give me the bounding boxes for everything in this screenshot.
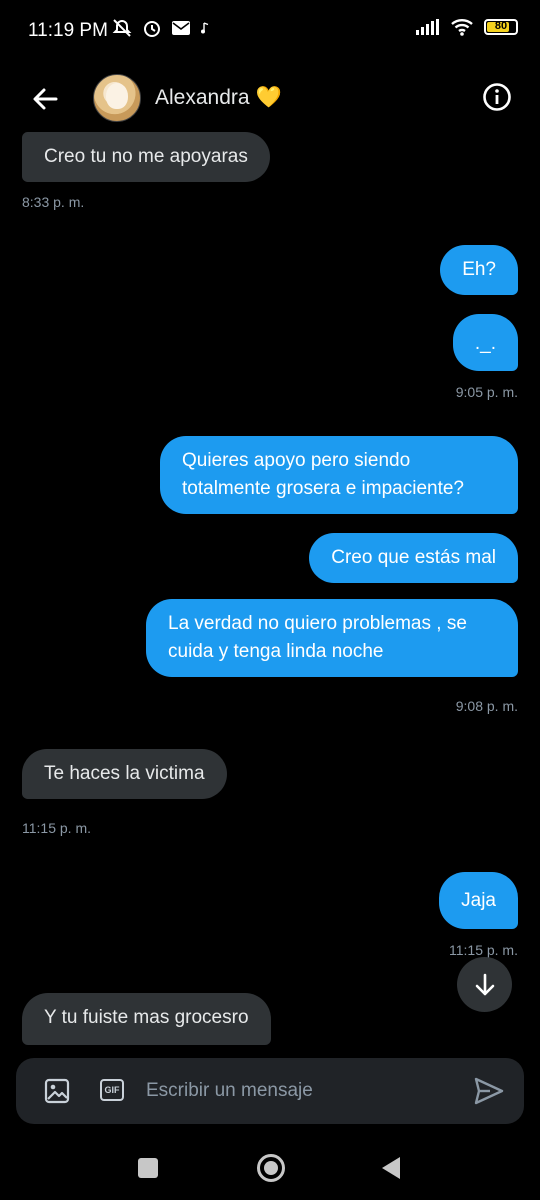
send-icon[interactable]	[474, 1077, 504, 1105]
conversation-header: Alexandra 💛	[0, 62, 540, 132]
heart-emoji: 💛	[255, 86, 282, 109]
message-incoming[interactable]: Y tu fuiste mas grocesro	[22, 993, 271, 1045]
mail-icon	[172, 21, 190, 35]
message-outgoing[interactable]: ._.	[452, 314, 518, 371]
avatar[interactable]	[93, 74, 141, 122]
signal-icon	[416, 19, 439, 35]
message-composer: GIF	[16, 1058, 524, 1124]
message-incoming[interactable]: Creo tu no me apoyaras	[22, 132, 270, 182]
message-outgoing[interactable]: Creo que estás mal	[309, 533, 518, 583]
message-timestamp: 9:05 p. m.	[455, 384, 518, 400]
wifi-icon	[451, 19, 473, 36]
message-timestamp: 8:33 p. m.	[22, 194, 85, 210]
status-time: 11:19 PM	[28, 20, 108, 41]
message-outgoing[interactable]: Quieres apoyo pero siendo totalmente gro…	[160, 436, 518, 514]
message-outgoing[interactable]: La verdad no quiero problemas , se cuida…	[146, 599, 518, 677]
contact-name-text: Alexandra	[155, 86, 250, 109]
scroll-down-button[interactable]	[457, 957, 512, 1012]
message-timestamp: 9:08 p. m.	[455, 698, 518, 714]
image-icon[interactable]	[44, 1078, 70, 1104]
message-incoming[interactable]: Te haces la victima	[22, 749, 227, 799]
message-outgoing[interactable]: Jaja	[439, 872, 518, 929]
mute-icon	[112, 19, 132, 37]
battery-icon: 80	[484, 19, 518, 35]
back-arrow-icon[interactable]	[28, 82, 62, 116]
music-icon	[201, 22, 209, 34]
message-timestamp: 11:15 p. m.	[22, 820, 92, 836]
recents-button[interactable]	[138, 1158, 158, 1178]
alarm-icon	[144, 21, 160, 37]
home-button[interactable]	[257, 1154, 285, 1182]
contact-name[interactable]: Alexandra 💛	[155, 86, 282, 110]
message-input[interactable]	[146, 1076, 446, 1106]
info-icon[interactable]	[482, 82, 512, 112]
system-navigation-bar	[0, 1130, 540, 1200]
arrow-down-icon	[475, 973, 494, 995]
system-back-button[interactable]	[382, 1157, 400, 1179]
status-notification-icons	[112, 18, 210, 38]
message-outgoing[interactable]: Eh?	[440, 245, 518, 295]
gif-icon[interactable]: GIF	[100, 1079, 124, 1101]
status-bar: 11:19 PM 80	[0, 0, 540, 62]
battery-level: 80	[494, 20, 508, 32]
message-timestamp: 11:15 p. m.	[448, 942, 518, 958]
status-system-icons: 80	[416, 18, 518, 36]
